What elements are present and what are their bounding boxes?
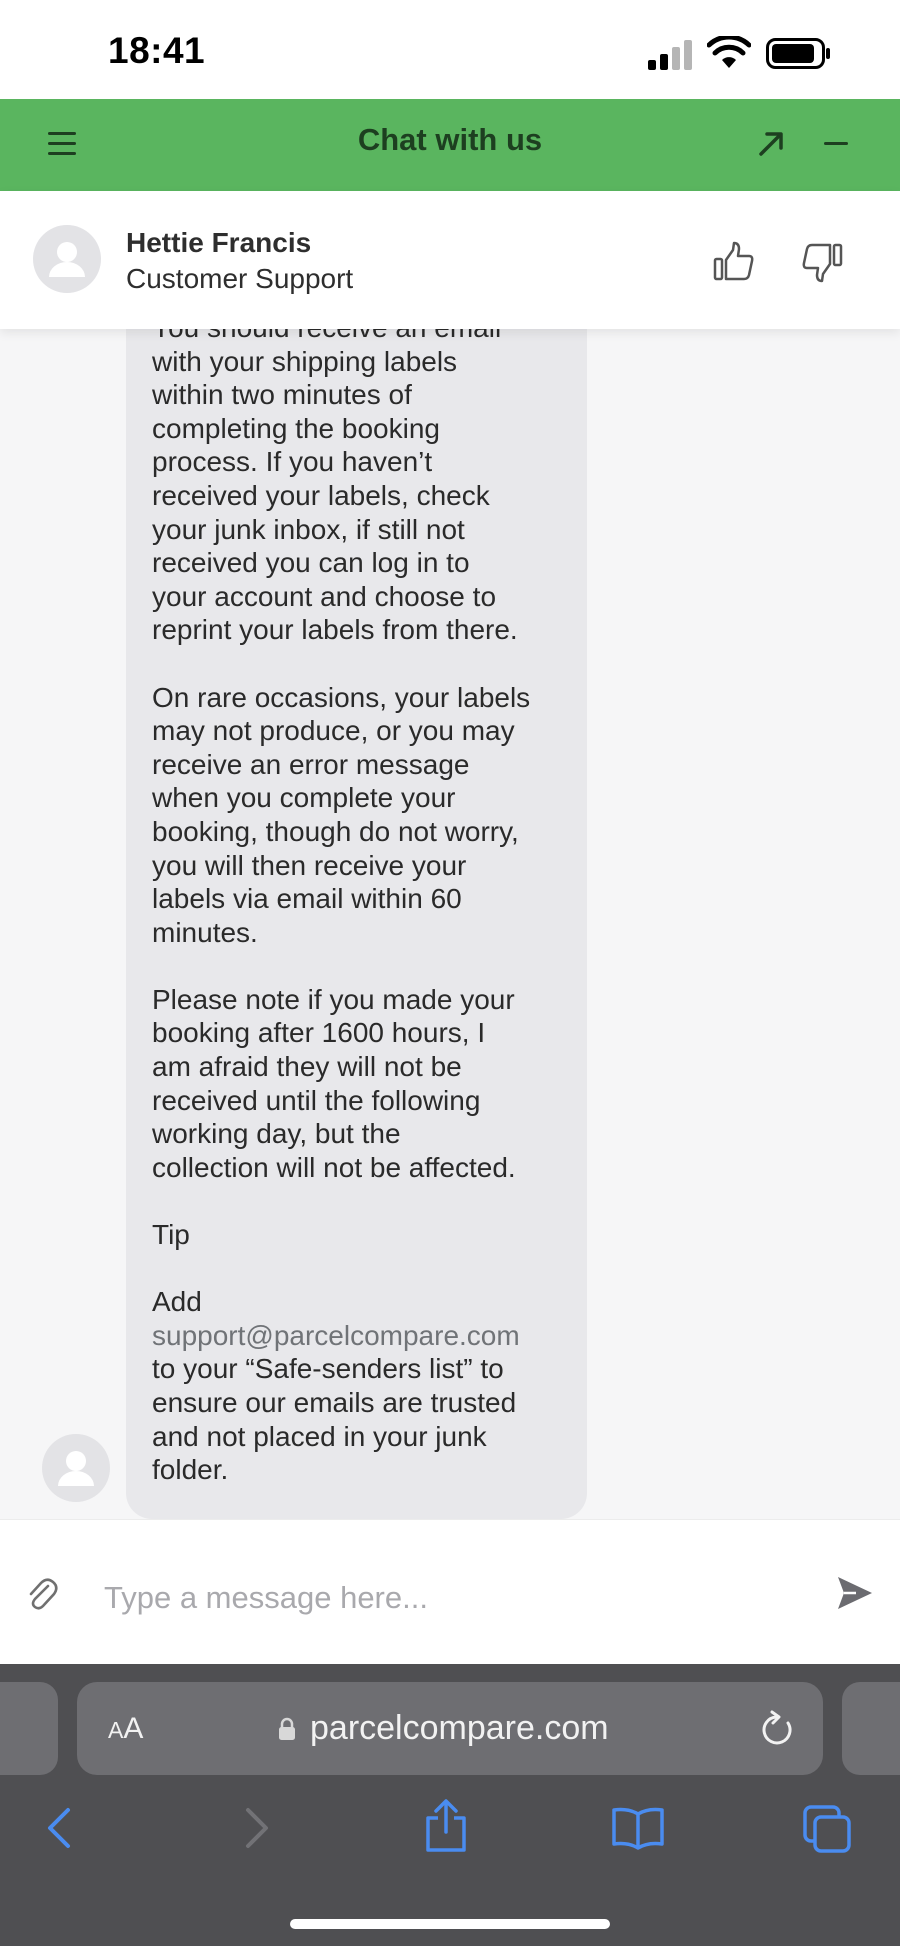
status-time: 18:41	[108, 30, 206, 71]
forward-icon[interactable]	[240, 1806, 274, 1850]
message-list[interactable]: You should receive an email with your sh…	[0, 329, 900, 1519]
thumbs-down-icon[interactable]	[800, 240, 844, 284]
back-icon[interactable]	[42, 1806, 76, 1850]
aa-large: A	[123, 1712, 144, 1745]
tabs-icon[interactable]	[802, 1804, 852, 1854]
minimize-icon[interactable]	[824, 142, 848, 145]
share-icon[interactable]	[422, 1798, 470, 1854]
aa-small: A	[108, 1717, 124, 1743]
lock-icon	[279, 1717, 295, 1740]
paperclip-icon[interactable]	[26, 1576, 58, 1612]
expand-icon[interactable]	[757, 130, 785, 158]
message-body-end: to your “Safe-senders list” to ensure ou…	[152, 1353, 517, 1486]
agent-card	[0, 191, 900, 329]
next-tab-preview[interactable]	[842, 1682, 900, 1775]
message-body: You should receive an email with your sh…	[152, 329, 531, 1318]
url-text[interactable]: parcelcompare.com	[310, 1709, 609, 1748]
home-indicator	[290, 1919, 610, 1929]
bookmarks-icon[interactable]	[610, 1806, 666, 1850]
wifi-icon	[707, 36, 751, 68]
agent-name: Hettie Francis	[126, 227, 312, 258]
reader-options-button[interactable]: AA	[108, 1712, 143, 1746]
send-icon[interactable]	[836, 1575, 874, 1611]
battery-icon	[766, 38, 830, 69]
support-email-link[interactable]: support@parcelcompare.com	[152, 1320, 520, 1351]
message-avatar-icon	[42, 1434, 110, 1502]
thumbs-up-icon[interactable]	[712, 240, 756, 284]
agent-role: Customer Support	[126, 263, 354, 294]
agent-message-text: You should receive an email with your sh…	[152, 329, 572, 1487]
avatar-icon	[33, 225, 101, 293]
message-input[interactable]	[104, 1576, 804, 1620]
signal-icon	[648, 40, 694, 70]
reload-icon[interactable]	[758, 1709, 796, 1749]
previous-tab-preview[interactable]	[0, 1682, 58, 1775]
